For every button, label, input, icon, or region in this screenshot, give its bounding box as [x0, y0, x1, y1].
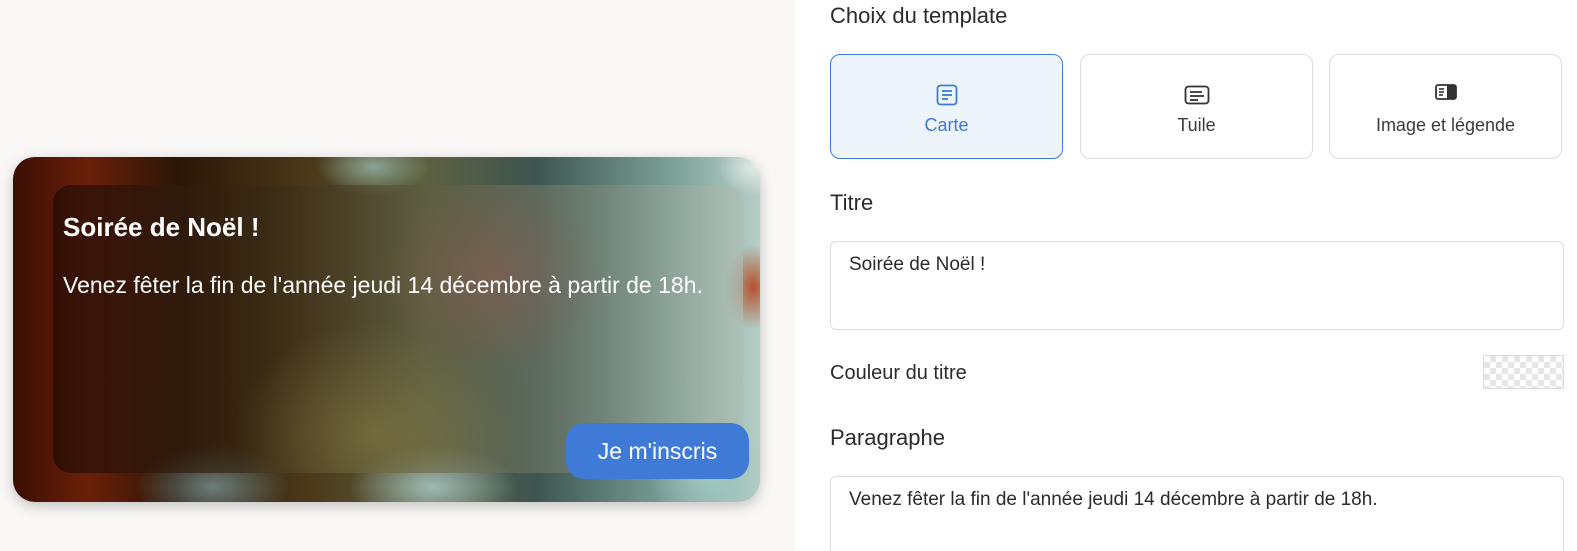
- card-title: Soirée de Noël !: [63, 212, 260, 242]
- image-caption-template-icon: [1434, 84, 1457, 105]
- template-section-label: Choix du template: [830, 3, 1008, 28]
- title-input[interactable]: Soirée de Noël !: [830, 241, 1564, 330]
- card-glass-panel: Soirée de Noël ! Venez fêter la fin de l…: [53, 185, 749, 479]
- preview-pane: Soirée de Noël ! Venez fêter la fin de l…: [0, 0, 795, 551]
- card-template-icon: [935, 83, 959, 112]
- paragraph-section-label: Paragraphe: [830, 425, 945, 450]
- title-color-picker[interactable]: [1483, 355, 1564, 389]
- template-option-image-caption[interactable]: Image et légende: [1329, 54, 1562, 159]
- template-option-card[interactable]: Carte: [830, 54, 1063, 159]
- paragraph-input[interactable]: Venez fêter la fin de l'année jeudi 14 d…: [830, 476, 1564, 551]
- template-option-label: Image et légende: [1375, 115, 1516, 135]
- title-color-label: Couleur du titre: [830, 362, 967, 384]
- card-preview: Soirée de Noël ! Venez fêter la fin de l…: [13, 157, 760, 502]
- template-option-label: Tuile: [1177, 115, 1216, 135]
- template-option-label: Carte: [924, 115, 969, 135]
- template-option-tile[interactable]: Tuile: [1080, 54, 1313, 159]
- app: Soirée de Noël ! Venez fêter la fin de l…: [0, 0, 1577, 551]
- register-button[interactable]: Je m'inscris: [566, 423, 749, 479]
- form-pane: Choix du template Carte Tuile Image et l…: [795, 0, 1577, 551]
- title-section-label: Titre: [830, 190, 874, 215]
- card-paragraph: Venez fêter la fin de l'année jeudi 14 d…: [63, 272, 703, 298]
- tile-template-icon: [1184, 85, 1210, 110]
